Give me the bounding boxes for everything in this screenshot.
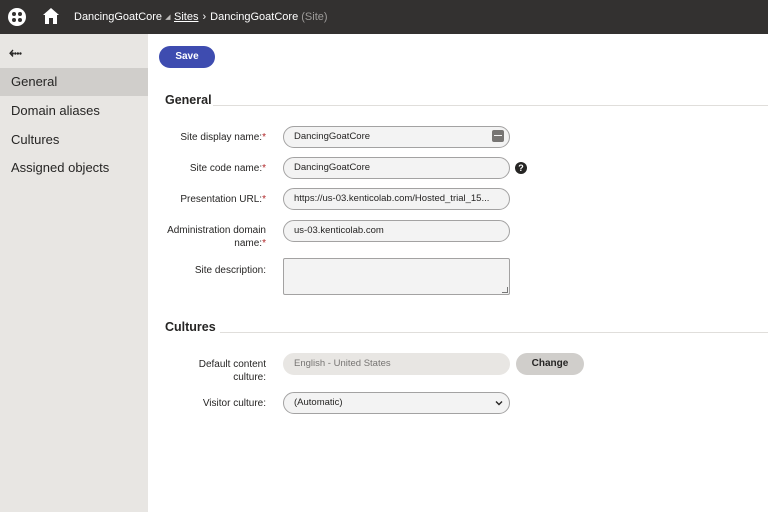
breadcrumb-suffix: (Site) (301, 11, 328, 23)
back-arrow-icon[interactable]: ⬸ (9, 44, 22, 62)
required-marker: * (262, 163, 266, 174)
label-text-line-2: culture: (233, 372, 266, 383)
macro-editor-icon[interactable] (492, 130, 504, 142)
required-marker: * (262, 194, 266, 205)
site-display-name-label: Site display name:* (146, 131, 266, 144)
help-icon[interactable]: ? (515, 162, 527, 174)
sidebar-item-cultures[interactable]: Cultures (0, 126, 148, 154)
top-bar: DancingGoatCore ◢ Sites › DancingGoatCore (… (0, 0, 768, 34)
sidebar-item-domain-aliases[interactable]: Domain aliases (0, 97, 148, 125)
caret-down-icon: ◢ (165, 14, 171, 21)
home-icon[interactable] (42, 7, 60, 25)
chevron-right-icon: › (202, 11, 207, 23)
default-content-culture-label: Default content culture: (146, 358, 266, 384)
presentation-url-label: Presentation URL:* (146, 193, 266, 206)
breadcrumb: Sites › DancingGoatCore (Site) (174, 11, 328, 23)
label-text: Site code name: (189, 163, 263, 174)
default-content-culture-field: English - United States (283, 353, 510, 375)
save-button[interactable]: Save (159, 46, 215, 68)
sidebar: ⬸ General Domain aliases Cultures Assign… (0, 34, 148, 512)
site-code-name-input[interactable]: DancingGoatCore (283, 157, 510, 179)
sidebar-item-label: Cultures (11, 132, 60, 147)
site-selector[interactable]: DancingGoatCore ◢ (74, 11, 170, 23)
breadcrumb-current: DancingGoatCore (210, 11, 299, 23)
section-divider (213, 105, 768, 106)
label-text: Site display name: (180, 132, 263, 143)
required-marker: * (262, 132, 266, 143)
resize-handle-icon[interactable] (502, 287, 508, 293)
site-description-label: Site description: (194, 265, 266, 276)
administration-domain-name-label: Administration domain name:* (146, 224, 266, 250)
administration-domain-name-input[interactable]: us-03.kenticolab.com (283, 220, 510, 242)
sidebar-item-general[interactable]: General (0, 68, 148, 96)
site-description-textarea[interactable] (283, 258, 510, 295)
site-code-name-label: Site code name:* (146, 162, 266, 175)
section-title-cultures: Cultures (165, 320, 216, 334)
sidebar-item-label: General (11, 74, 58, 89)
kentico-logo-icon[interactable] (8, 8, 26, 26)
site-selector-label: DancingGoatCore (74, 11, 163, 23)
required-marker: * (262, 238, 266, 249)
label-text: Presentation URL: (180, 194, 263, 205)
section-title-general: General (165, 93, 212, 107)
visitor-culture-label: Visitor culture: (202, 398, 266, 409)
sidebar-item-assigned-objects[interactable]: Assigned objects (0, 154, 148, 182)
presentation-url-input[interactable]: https://us-03.kenticolab.com/Hosted_tria… (283, 188, 510, 210)
label-text-line-1: Administration domain (167, 225, 266, 236)
label-text-line-1: Default content (198, 359, 266, 370)
change-button[interactable]: Change (516, 353, 584, 375)
sidebar-item-label: Domain aliases (11, 103, 100, 118)
sidebar-item-label: Assigned objects (11, 160, 110, 175)
label-text-line-2: name: (234, 238, 263, 249)
breadcrumb-sites-link[interactable]: Sites (174, 11, 198, 23)
section-divider (220, 332, 768, 333)
site-display-name-input[interactable]: DancingGoatCore (283, 126, 510, 148)
chevron-down-icon[interactable] (495, 399, 503, 407)
visitor-culture-select[interactable]: (Automatic) (283, 392, 510, 414)
